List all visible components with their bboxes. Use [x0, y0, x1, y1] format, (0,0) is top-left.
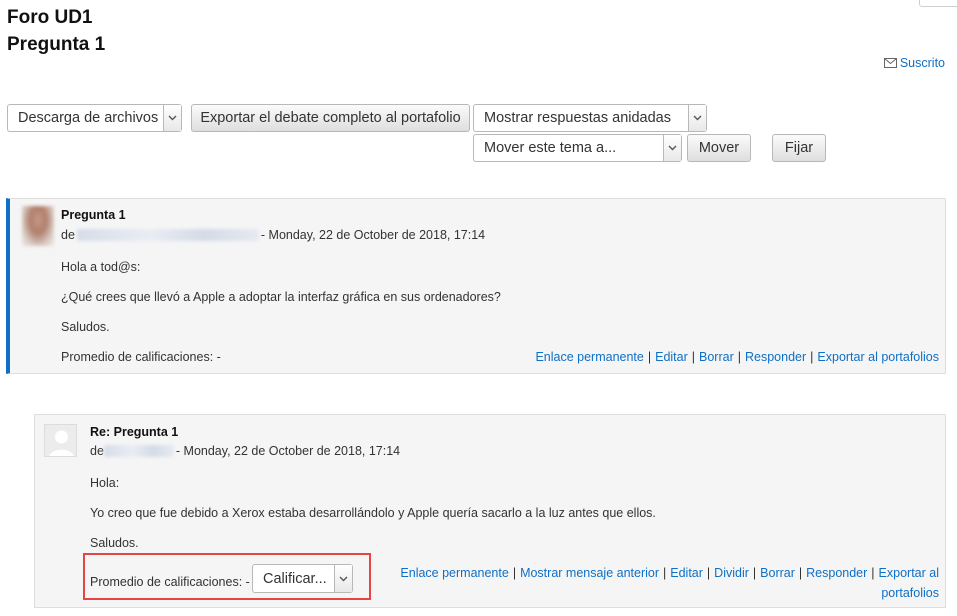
export-portfolio-link-continued[interactable]: portafolios [881, 586, 939, 600]
split-link[interactable]: Dividir [714, 566, 749, 580]
permalink-link[interactable]: Enlace permanente [535, 350, 643, 364]
edit-link[interactable]: Editar [670, 566, 703, 580]
post-subject: Re: Pregunta 1 [90, 425, 179, 439]
post-text-line: Saludos. [61, 320, 110, 334]
reply-link[interactable]: Responder [745, 350, 806, 364]
post-date: - Monday, 22 de October de 2018, 17:14 [175, 444, 401, 458]
post-commands: Enlace permanente | Mostrar mensaje anteri… [400, 566, 939, 600]
default-avatar-icon[interactable] [44, 424, 77, 457]
rating-average: Promedio de calificaciones: - [61, 350, 221, 364]
forum-title: Foro UD1 [7, 7, 93, 28]
delete-link[interactable]: Borrar [760, 566, 795, 580]
author-prefix: de [61, 228, 75, 242]
reply-link[interactable]: Responder [806, 566, 867, 580]
post-author-line: de - Monday, 22 de October de 2018, 17:1… [61, 228, 485, 242]
post-author-line: de - Monday, 22 de October de 2018, 17:1… [90, 444, 400, 458]
export-portfolio-link[interactable]: Exportar al [879, 566, 939, 580]
edit-link[interactable]: Editar [655, 350, 688, 364]
envelope-icon [883, 58, 897, 68]
author-name-blurred[interactable] [76, 229, 259, 241]
show-parent-link[interactable]: Mostrar mensaje anterior [520, 566, 659, 580]
chevron-down-icon [688, 105, 706, 131]
rating-highlight-box [83, 553, 371, 600]
post-text-line: Saludos. [90, 536, 139, 550]
post-text-line: Hola: [90, 476, 120, 490]
download-files-select-value: Descarga de archivos [18, 110, 159, 126]
chevron-down-icon [163, 105, 181, 131]
discussion-title: Pregunta 1 [7, 34, 106, 55]
export-discussion-button[interactable]: Exportar el debate completo al portafoli… [191, 104, 470, 132]
post-subject: Pregunta 1 [61, 208, 126, 222]
download-files-select[interactable]: Descarga de archivos [7, 104, 182, 132]
author-prefix: de [90, 444, 104, 458]
move-topic-select-value: Mover este tema a... [484, 140, 617, 156]
post-text-line: Hola a tod@s: [61, 260, 141, 274]
forum-post: Pregunta 1 de - Monday, 22 de October de… [6, 198, 946, 374]
display-mode-select-value: Mostrar respuestas anidadas [484, 110, 671, 126]
permalink-link[interactable]: Enlace permanente [400, 566, 508, 580]
export-portfolio-link[interactable]: Exportar al portafolios [817, 350, 939, 364]
author-avatar[interactable] [22, 206, 54, 246]
chevron-down-icon [663, 135, 681, 161]
top-right-control [919, 0, 957, 7]
subscription-label: Suscrito [899, 56, 945, 70]
move-topic-select[interactable]: Mover este tema a... [473, 134, 682, 162]
post-date: - Monday, 22 de October de 2018, 17:14 [260, 228, 486, 242]
move-button[interactable]: Mover [687, 134, 751, 162]
subscription-link[interactable]: Suscrito [883, 56, 945, 70]
display-mode-select[interactable]: Mostrar respuestas anidadas [473, 104, 707, 132]
post-commands: Enlace permanente | Editar | Borrar | Responde… [535, 350, 939, 364]
author-name-blurred[interactable] [103, 445, 174, 457]
pin-button[interactable]: Fijar [772, 134, 826, 162]
post-text-line: ¿Qué crees que llevó a Apple a adoptar l… [61, 290, 501, 304]
post-text-line: Yo creo que fue debido a Xerox estaba de… [90, 506, 656, 520]
delete-link[interactable]: Borrar [699, 350, 734, 364]
